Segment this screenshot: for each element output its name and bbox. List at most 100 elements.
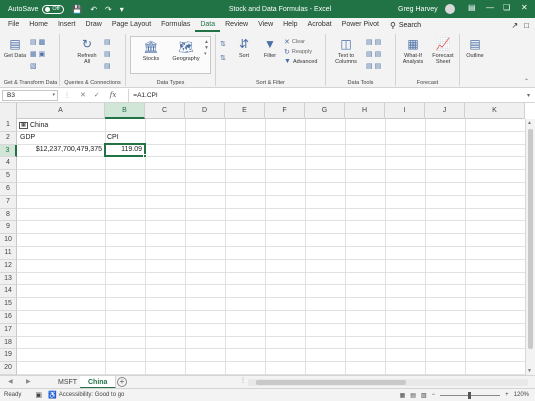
column-header-h[interactable]: H [345,103,385,119]
close-icon[interactable]: ✕ [521,3,528,12]
row-header-17[interactable]: 17 [0,323,17,337]
macro-recording-icon[interactable]: ▣ [35,391,42,399]
text-to-columns-button[interactable]: ◫ Text to Columns [330,38,362,66]
quick-access-customize-icon[interactable]: ▾ [120,5,124,14]
forecast-sheet-button[interactable]: 📈 Forecast Sheet [429,38,457,66]
column-header-c[interactable]: C [145,103,185,119]
row-header-19[interactable]: 19 [0,349,17,363]
reapply-button[interactable]: ↻ Reapply [284,48,312,56]
column-header-e[interactable]: E [225,103,265,119]
row-header-12[interactable]: 12 [0,259,17,273]
properties-button[interactable]: ▤ [104,50,111,58]
row-header-16[interactable]: 16 [0,311,17,324]
column-header-k[interactable]: K [465,103,525,119]
clear-button[interactable]: ✕ Clear [284,38,305,46]
column-header-f[interactable]: F [265,103,305,119]
tab-formulas[interactable]: Formulas [156,18,195,32]
cancel-confirm-icons[interactable]: ✕✓ [80,91,108,99]
tab-data[interactable]: Data [195,18,221,32]
tab-help[interactable]: Help [278,18,302,32]
tab-page-layout[interactable]: Page Layout [107,18,156,32]
normal-view-icon[interactable]: ▦ [400,392,406,399]
scroll-down-icon[interactable]: ▼ [527,368,532,374]
redo-icon[interactable]: ↷ [105,5,112,14]
row-header-6[interactable]: 6 [0,183,17,196]
previous-sheet-icon[interactable]: ◀ [8,378,13,385]
row-header-11[interactable]: 11 [0,247,17,260]
comments-icon[interactable]: □ [524,21,529,30]
column-header-i[interactable]: I [385,103,425,119]
cell-a3[interactable]: $12,237,700,479,375 [19,144,102,156]
next-sheet-icon[interactable]: ▶ [26,378,31,385]
vertical-scroll-thumb[interactable] [528,129,533,349]
worksheet-grid[interactable]: A B C D E F G H I J K 1 2 3 4 5 6 7 8 9 10 11 12 13 1… [0,103,535,375]
zoom-slider-knob[interactable] [468,391,472,399]
row-header-9[interactable]: 9 [0,221,17,235]
name-box[interactable]: B3 ▾ [2,89,58,101]
zoom-level[interactable]: 120% [514,392,529,398]
search-box[interactable]: ⚲ Search [390,21,421,30]
ribbon-display-options-icon[interactable]: ▤ [468,3,476,12]
existing-connections-button[interactable]: ▧ [30,62,37,70]
sort-a-z-button[interactable]: ⇅ [220,40,226,48]
flash-fill-button[interactable]: ▤ ▤ [366,38,381,46]
from-text-button[interactable]: ▤ ▩ [30,38,45,46]
column-header-b[interactable]: B [105,103,145,119]
sort-z-a-button[interactable]: ⇅ [220,54,226,62]
accessibility-status[interactable]: Accessibility: Good to go [59,392,125,398]
zoom-out-icon[interactable]: − [432,392,436,398]
cell-a2[interactable]: GDP [20,132,104,144]
insert-function-button[interactable]: fx [110,91,117,99]
add-sheet-button[interactable]: + [117,377,127,387]
more-options-icon[interactable]: ⋮ [64,92,70,99]
horizontal-scrollbar[interactable] [248,379,528,386]
outline-button[interactable]: ▤ Outline [462,38,488,60]
fill-handle[interactable] [143,154,147,158]
stocks-button[interactable]: 🏛 Stocks [137,41,165,63]
horizontal-scroll-thumb[interactable] [256,380,406,385]
data-validation-button[interactable]: ▤ ▤ [366,62,381,70]
geography-data-type-icon[interactable]: ▦ [19,121,28,129]
row-header-1[interactable]: 1 [0,119,17,132]
scroll-up-icon[interactable]: ▲ [527,120,532,126]
row-header-5[interactable]: 5 [0,170,17,183]
restore-icon[interactable]: ❏ [503,3,510,12]
save-icon[interactable]: 💾 [72,5,82,14]
what-if-analysis-button[interactable]: ▦ What-If Analysis [398,38,428,66]
tab-draw[interactable]: Draw [80,18,106,32]
row-header-4[interactable]: 4 [0,157,17,171]
collapse-ribbon-icon[interactable]: ⌃ [524,78,529,85]
row-header-10[interactable]: 10 [0,234,17,247]
share-icon[interactable]: ↗ [511,21,518,30]
row-header-15[interactable]: 15 [0,298,17,311]
row-header-3[interactable]: 3 [0,144,17,158]
avatar[interactable] [445,4,455,14]
tab-file[interactable]: File [3,18,24,32]
get-data-button[interactable]: ▤ Get Data [4,38,26,60]
sheet-options-icon[interactable]: ⋮ [240,377,246,384]
accessibility-icon[interactable]: ♿ [48,391,57,399]
row-header-20[interactable]: 20 [0,362,17,375]
row-header-14[interactable]: 14 [0,285,17,299]
gallery-scroll-icon[interactable]: ▲ ▼ ▾ [204,39,209,57]
tab-power-pivot[interactable]: Power Pivot [337,18,384,32]
advanced-button[interactable]: ▼ Advanced [284,58,317,65]
from-table-button[interactable]: ▦ ▣ [30,50,45,58]
vertical-scrollbar[interactable]: ▲ ▼ [525,119,535,375]
minimize-icon[interactable]: — [486,3,494,12]
autosave-toggle[interactable]: Off [42,4,65,14]
edit-links-button[interactable]: ▤ [104,62,111,70]
tab-acrobat[interactable]: Acrobat [303,18,337,32]
formula-input[interactable]: =A1.CPI [128,88,158,102]
filter-button[interactable]: ▼ Filter [260,38,280,60]
remove-duplicates-button[interactable]: ▤ ▤ [366,50,381,58]
queries-connections-button[interactable]: ▤ [104,38,111,46]
zoom-slider[interactable] [440,391,501,399]
zoom-in-icon[interactable]: + [505,392,509,398]
page-layout-view-icon[interactable]: ▤ [410,392,416,399]
row-header-8[interactable]: 8 [0,208,17,222]
tab-view[interactable]: View [253,18,278,32]
row-header-13[interactable]: 13 [0,272,17,286]
cell-a1[interactable]: ▦ China [19,120,105,132]
row-header-7[interactable]: 7 [0,195,17,209]
